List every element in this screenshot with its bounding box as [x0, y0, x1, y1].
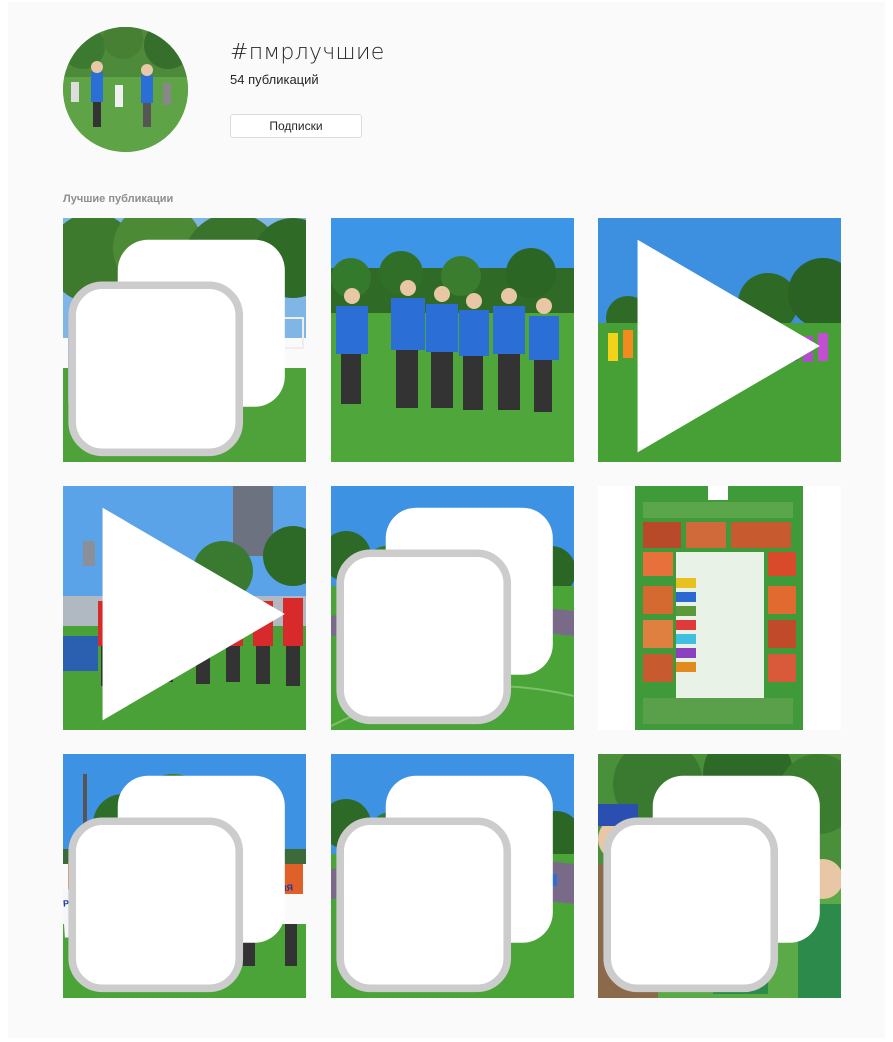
- top-posts-label: Лучшие публикации: [63, 193, 174, 205]
- carousel-icon: [336, 775, 553, 993]
- post-tile-2[interactable]: [331, 218, 574, 462]
- post-image-6: [598, 486, 841, 730]
- post-tile-1[interactable]: [63, 218, 306, 462]
- carousel-icon: [68, 775, 285, 993]
- video-icon: [637, 239, 820, 453]
- post-tile-6[interactable]: [598, 486, 841, 730]
- hashtag-avatar: [63, 27, 188, 152]
- carousel-icon: [68, 239, 285, 457]
- post-image-2: [331, 218, 574, 462]
- posts-count: 54 публикаций: [230, 72, 319, 87]
- post-tile-7[interactable]: ТЕРРИТОРИАЛЬНАЯ ПРОФСОЮЗНАЯ ОРГАНИЗАЦИЯ …: [63, 754, 306, 998]
- post-tile-9[interactable]: [598, 754, 841, 998]
- post-tile-5[interactable]: [331, 486, 574, 730]
- post-tile-8[interactable]: [331, 754, 574, 998]
- follow-button[interactable]: Подписки: [230, 114, 362, 138]
- carousel-icon: [603, 775, 820, 993]
- post-tile-4[interactable]: [63, 486, 306, 730]
- video-icon: [102, 507, 285, 721]
- carousel-icon: [336, 507, 553, 725]
- post-tile-3[interactable]: [598, 218, 841, 462]
- posts-grid: ТЕРРИТОРИАЛЬНАЯ ПРОФСОЮЗНАЯ ОРГАНИЗАЦИЯ …: [63, 218, 841, 998]
- hashtag-title: #пмрлучшие: [230, 40, 385, 65]
